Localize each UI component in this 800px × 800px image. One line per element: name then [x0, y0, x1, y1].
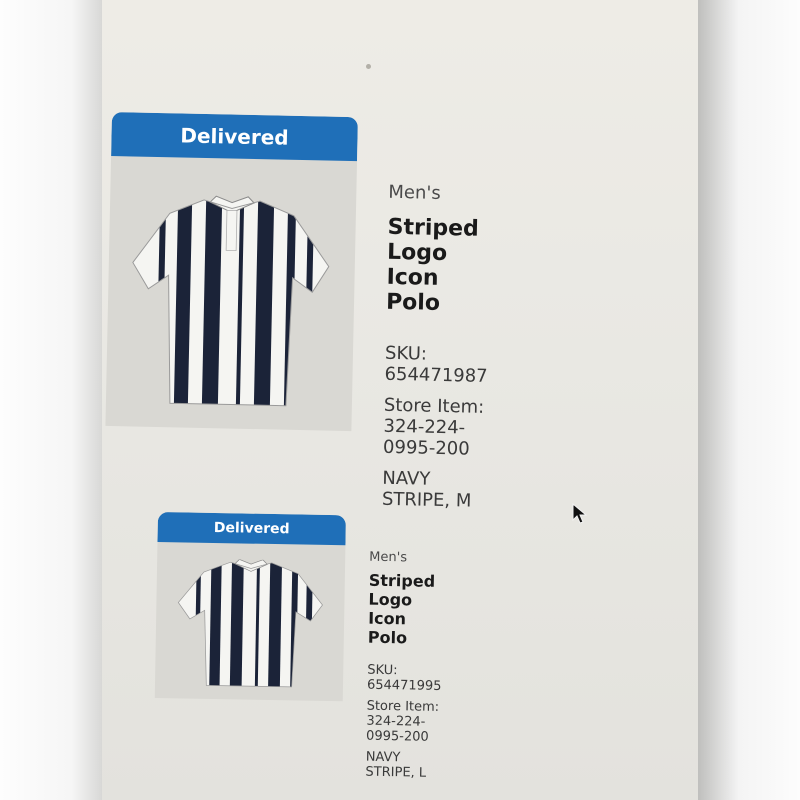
polo-shirt-image	[176, 558, 324, 688]
product-store-item: Store Item: 324-224-0995-200	[365, 698, 440, 745]
product-sku: SKU: 654471987	[384, 342, 488, 387]
product-thumbnail[interactable]: Delivered	[105, 112, 358, 432]
product-variant: NAVY STRIPE, L	[365, 749, 427, 781]
mouse-pointer-icon	[572, 503, 588, 524]
product-category: Men's	[388, 181, 441, 204]
product-details: Men's Striped Logo Icon Polo SKU: 654471…	[365, 550, 444, 787]
polo-shirt-image	[129, 195, 331, 407]
product-details: Men's Striped Logo Icon Polo SKU: 654471…	[382, 182, 492, 522]
product-sku: SKU: 654471995	[366, 662, 442, 694]
product-category: Men's	[369, 549, 408, 566]
product-variant: NAVY STRIPE, M	[381, 467, 472, 512]
monitor-bezel-left	[0, 0, 102, 800]
screen-dust-speck	[366, 64, 371, 69]
product-thumbnail[interactable]: Delivered	[154, 512, 346, 702]
product-store-item: Store Item: 324-224-0995-200	[382, 394, 485, 460]
status-badge: Delivered	[157, 512, 346, 546]
status-badge: Delivered	[111, 112, 358, 162]
monitor-bezel-right	[698, 0, 800, 800]
product-name[interactable]: Striped Logo Icon Polo	[368, 571, 444, 648]
product-name[interactable]: Striped Logo Icon Polo	[386, 215, 491, 317]
